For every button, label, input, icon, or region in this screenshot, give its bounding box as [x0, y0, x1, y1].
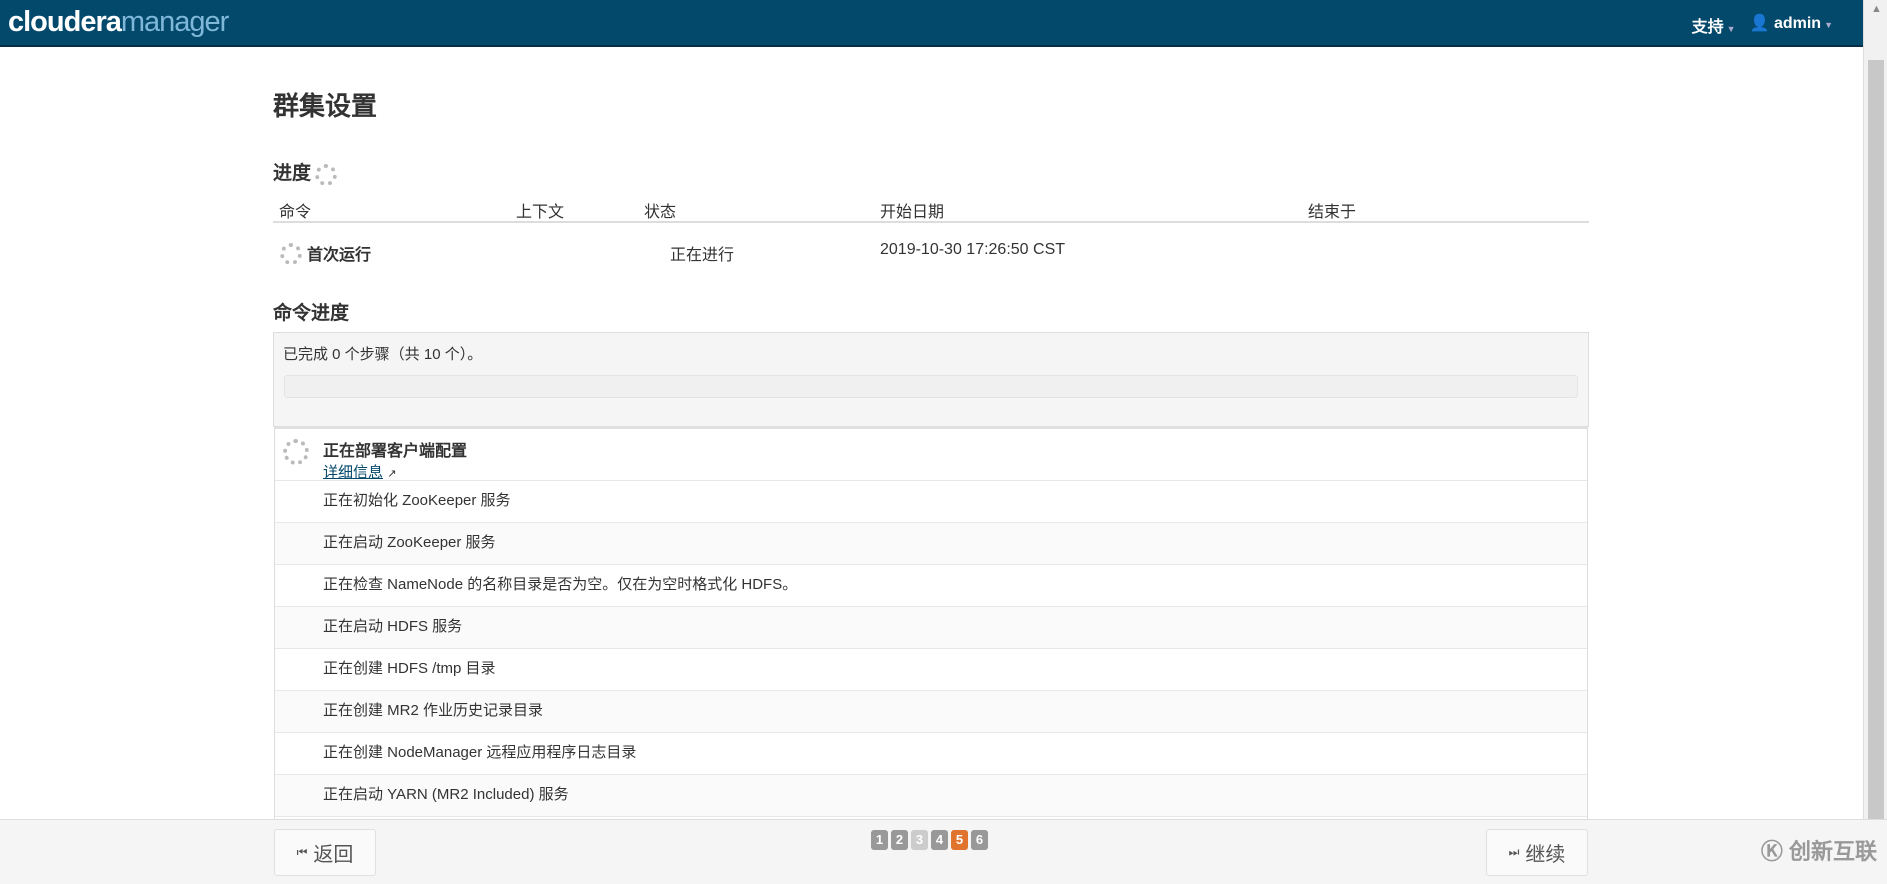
- spinner-icon: [283, 439, 309, 465]
- page-2[interactable]: 2: [891, 830, 908, 850]
- progress-heading: 进度: [273, 158, 338, 187]
- page-1[interactable]: 1: [871, 830, 888, 850]
- list-item: 正在创建 HDFS /tmp 目录: [275, 648, 1587, 690]
- wizard-footer: ⏮ 返回 1 2 3 4 5 6 ⏭ 继续 Ⓚ 创新互联: [0, 819, 1887, 884]
- caret-down-icon: ▼: [1726, 24, 1736, 34]
- scrollbar-thumb[interactable]: [1868, 60, 1884, 820]
- progress-panel: 已完成 0 个步骤（共 10 个）。: [273, 332, 1589, 427]
- page-6[interactable]: 6: [971, 830, 988, 850]
- spinner-icon: [280, 243, 302, 265]
- current-step: 正在部署客户端配置 详细信息 ↗: [275, 427, 1587, 481]
- table-row: 首次运行 正在进行 2019-10-30 17:26:50 CST: [273, 238, 1589, 268]
- skip-back-icon: ⏮: [296, 845, 308, 859]
- command-link[interactable]: 首次运行: [307, 241, 371, 265]
- page-title: 群集设置: [273, 91, 378, 121]
- back-button[interactable]: ⏮ 返回: [274, 829, 376, 876]
- watermark-logo: Ⓚ 创新互联: [1760, 839, 1877, 864]
- command-progress-heading: 命令进度: [273, 303, 350, 324]
- page-3: 3: [911, 830, 928, 850]
- skip-forward-icon: ⏭: [1508, 845, 1520, 859]
- caret-down-icon: ▼: [1824, 20, 1833, 30]
- details-link[interactable]: 详细信息: [323, 464, 383, 481]
- table-header: 命令 上下文 状态 开始日期 结束于: [273, 196, 1589, 223]
- cloudera-manager-logo[interactable]: clouderamanager: [8, 6, 229, 39]
- top-navbar: clouderamanager 支持 ▼ 👤 admin ▼: [0, 0, 1863, 47]
- list-item: 正在启动 HDFS 服务: [275, 606, 1587, 648]
- scrollbar[interactable]: ▲: [1863, 0, 1887, 820]
- external-link-icon: ↗: [387, 468, 397, 480]
- list-item: 正在启动 ZooKeeper 服务: [275, 522, 1587, 564]
- list-item: 正在创建 NodeManager 远程应用程序日志目录: [275, 732, 1587, 774]
- page-4[interactable]: 4: [931, 830, 948, 850]
- list-item: 正在启动 YARN (MR2 Included) 服务: [275, 774, 1587, 816]
- scroll-up-icon[interactable]: ▲: [1871, 3, 1882, 15]
- list-item: 正在初始化 ZooKeeper 服务: [275, 480, 1587, 522]
- list-item: 正在检查 NameNode 的名称目录是否为空。仅在为空时格式化 HDFS。: [275, 564, 1587, 606]
- user-icon: 👤: [1749, 15, 1770, 32]
- support-menu[interactable]: 支持 ▼: [1692, 13, 1736, 37]
- page-5[interactable]: 5: [951, 830, 968, 850]
- user-menu[interactable]: 👤 admin ▼: [1750, 13, 1833, 37]
- progress-bar: [284, 375, 1578, 398]
- continue-button[interactable]: ⏭ 继续: [1486, 829, 1588, 876]
- list-item: 正在创建 MR2 作业历史记录目录: [275, 690, 1587, 732]
- spinner-icon: [315, 164, 338, 187]
- pagination: 1 2 3 4 5 6: [871, 830, 988, 850]
- steps-list: 正在部署客户端配置 详细信息 ↗ 正在初始化 ZooKeeper 服务 正在启动…: [274, 427, 1588, 820]
